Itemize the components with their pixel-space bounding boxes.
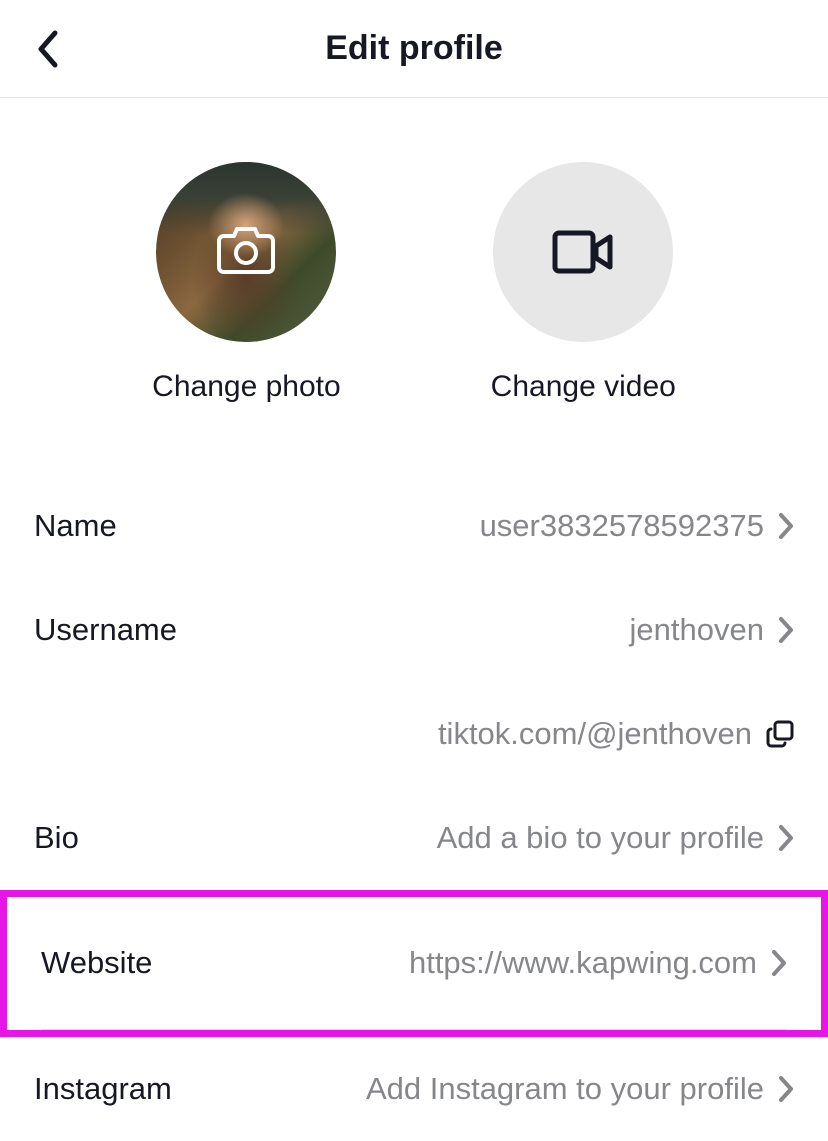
page-title: Edit profile <box>325 29 503 68</box>
website-row[interactable]: Website https://www.kapwing.com <box>41 897 787 1029</box>
change-video-button[interactable] <box>493 162 673 342</box>
change-photo-button[interactable] <box>156 162 336 342</box>
bio-value: Add a bio to your profile <box>437 820 764 856</box>
bio-label: Bio <box>34 820 79 856</box>
change-video-label: Change video <box>491 370 676 404</box>
chevron-left-icon <box>35 29 61 69</box>
instagram-label: Instagram <box>34 1071 172 1107</box>
username-label: Username <box>34 612 177 648</box>
change-photo-item: Change photo <box>152 162 341 404</box>
name-value: user3832578592375 <box>480 508 764 544</box>
chevron-right-icon <box>771 949 787 977</box>
copy-button[interactable] <box>766 720 794 748</box>
username-value: jenthoven <box>630 612 764 648</box>
name-label: Name <box>34 508 117 544</box>
bio-row[interactable]: Bio Add a bio to your profile <box>34 786 794 890</box>
divider <box>41 1029 787 1030</box>
username-row[interactable]: Username jenthoven <box>34 578 794 682</box>
instagram-value: Add Instagram to your profile <box>366 1071 764 1107</box>
website-label: Website <box>41 945 152 981</box>
profile-url-row: tiktok.com/@jenthoven <box>34 682 794 786</box>
fields-section: Name user3832578592375 Username jenthove… <box>0 474 828 1141</box>
camera-icon <box>217 225 275 280</box>
chevron-right-icon <box>778 1075 794 1103</box>
chevron-right-icon <box>778 512 794 540</box>
website-highlight: Website https://www.kapwing.com <box>0 890 828 1037</box>
instagram-row[interactable]: Instagram Add Instagram to your profile <box>34 1037 794 1141</box>
name-row[interactable]: Name user3832578592375 <box>34 474 794 578</box>
chevron-right-icon <box>778 616 794 644</box>
profile-url-text: tiktok.com/@jenthoven <box>438 716 752 752</box>
video-icon <box>552 230 614 274</box>
back-button[interactable] <box>28 29 68 69</box>
header: Edit profile <box>0 0 828 98</box>
change-photo-label: Change photo <box>152 370 341 404</box>
copy-icon <box>766 720 794 748</box>
chevron-right-icon <box>778 824 794 852</box>
change-video-item: Change video <box>491 162 676 404</box>
media-section: Change photo Change video <box>0 98 828 474</box>
website-value: https://www.kapwing.com <box>409 945 757 981</box>
